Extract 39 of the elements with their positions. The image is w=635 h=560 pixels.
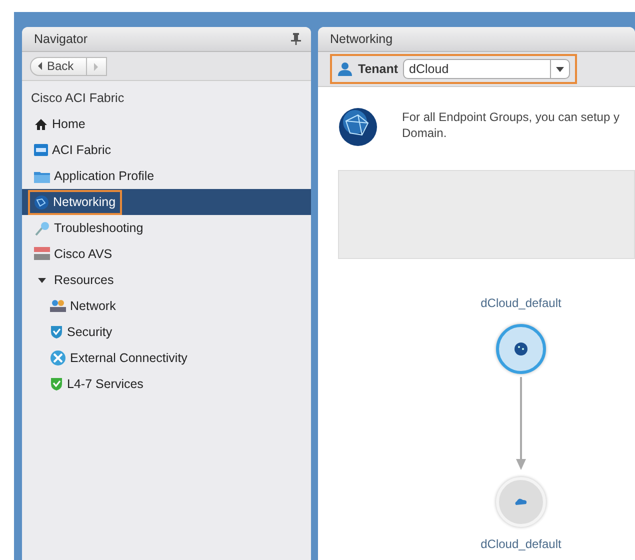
home-icon [34, 118, 48, 130]
switch-icon [34, 247, 50, 261]
nav-item[interactable]: Networking [22, 189, 311, 215]
nav-item[interactable]: External Connectivity [22, 345, 311, 371]
user-icon [337, 62, 353, 76]
panel-title: Navigator [34, 32, 88, 46]
node-circle[interactable] [496, 324, 546, 374]
section-title: Cisco ACI Fabric [30, 90, 126, 107]
dropdown-arrow-icon[interactable] [556, 66, 564, 72]
panel-title: Networking [330, 32, 393, 46]
nav-item[interactable]: Security [22, 319, 311, 345]
fabric-icon [34, 144, 48, 156]
globe-icon [514, 342, 528, 356]
nav-item[interactable]: Troubleshooting [22, 215, 311, 241]
shield-icon [50, 377, 63, 391]
nav-item[interactable]: Home [22, 111, 311, 137]
caret-icon[interactable] [37, 62, 43, 70]
description-text: For all Endpoint Groups, you can setup y Domain. [402, 109, 620, 142]
nav-item[interactable]: Cisco AVS [22, 241, 311, 267]
caret-icon[interactable] [38, 276, 46, 284]
tenant-label: Tenant [358, 62, 398, 76]
nav-item[interactable]: Application Profile [22, 163, 311, 189]
nav-item[interactable]: ACI Fabric [22, 137, 311, 163]
globe-icon [338, 107, 378, 147]
globe-icon [34, 194, 49, 210]
magnifier-icon [34, 220, 50, 236]
cloud-icon [514, 497, 528, 507]
back-button[interactable]: Back [30, 56, 87, 76]
nav-item[interactable]: Network [22, 293, 311, 319]
network-icon [50, 299, 66, 313]
tenant-dropdown[interactable]: dCloud [403, 59, 570, 79]
shield-icon [50, 325, 63, 339]
pin-icon[interactable] [291, 33, 301, 45]
nav-item[interactable]: Resources [22, 267, 311, 293]
node-label: dCloud_default [480, 537, 562, 551]
node-label: dCloud_default [480, 296, 562, 310]
connectivity-icon [50, 350, 66, 366]
folder-icon [34, 170, 50, 182]
nav-item[interactable]: L4-7 Services [22, 371, 311, 397]
